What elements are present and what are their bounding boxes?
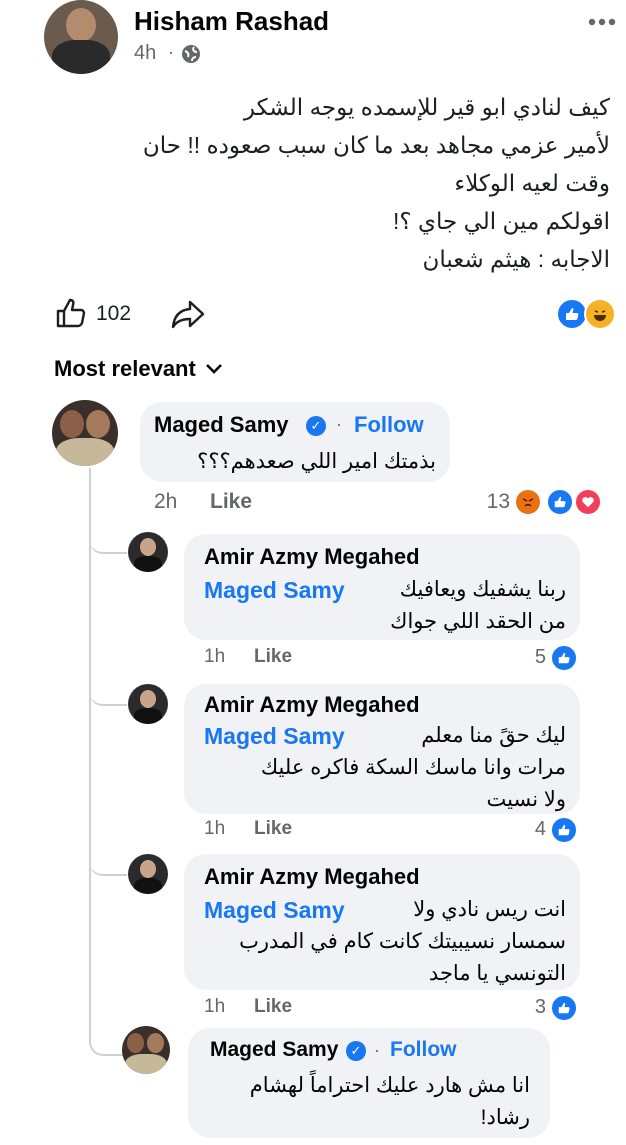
comment-author[interactable]: Maged Samy xyxy=(154,412,289,438)
mention-link[interactable]: Maged Samy xyxy=(204,894,345,926)
comment-text-line: التونسي يا ماجد xyxy=(428,962,566,985)
comment-text: Maged Samy ربنا يشفيك ويعافيك من الحقد ا… xyxy=(204,574,578,638)
comment-time[interactable]: 1h xyxy=(204,646,225,668)
verified-icon: ✓ xyxy=(306,416,326,436)
like-icon[interactable] xyxy=(54,296,88,330)
post-author-avatar[interactable] xyxy=(44,0,118,74)
comment-text-line: سمسار نسيبيتك كانت كام في المدرب xyxy=(239,930,566,953)
post-line: وقت لعيه الوكلاء xyxy=(454,170,610,196)
comment-text-line: انا مش هارد عليك احتراماً لهشام xyxy=(249,1074,530,1097)
post-line: كيف لنادي ابو قير للإسمده يوجه الشكر xyxy=(243,94,610,120)
reaction-count[interactable]: 13 xyxy=(470,490,510,514)
like-reaction-icon xyxy=(550,816,578,844)
post-line: اقولكم مين الي جاي ؟! xyxy=(392,208,610,234)
chevron-down-icon xyxy=(204,356,224,382)
comment-like-button[interactable]: Like xyxy=(210,490,252,514)
share-icon[interactable] xyxy=(170,298,206,330)
post-author-name[interactable]: Hisham Rashad xyxy=(134,6,329,37)
follow-button[interactable]: Follow xyxy=(390,1038,457,1062)
comment-author[interactable]: Maged Samy xyxy=(210,1038,338,1062)
thread-elbow xyxy=(89,842,127,876)
comment-separator: · xyxy=(374,1040,380,1060)
post-time[interactable]: 4h xyxy=(134,42,156,65)
comment-text: Maged Samy انت ريس نادي ولا سمسار نسيبيت… xyxy=(204,894,578,990)
comment-text-line: انت ريس نادي ولا xyxy=(413,898,566,921)
comment-text-line: ليك حقً منا معلم xyxy=(421,724,566,747)
thread-line xyxy=(89,468,91,1038)
comment-like-button[interactable]: Like xyxy=(254,646,292,668)
thread-elbow xyxy=(89,520,127,554)
comment-time[interactable]: 1h xyxy=(204,818,225,840)
comment-text-line: رشاد! xyxy=(480,1106,530,1129)
like-count[interactable]: 102 xyxy=(96,302,131,326)
post-line: الاجابه : هيثم شعبان xyxy=(422,246,610,272)
comment-time[interactable]: 1h xyxy=(204,996,225,1018)
commenter-avatar[interactable] xyxy=(122,1026,170,1074)
love-reaction-icon xyxy=(574,488,602,516)
comment-time[interactable]: 2h xyxy=(154,490,177,514)
mention-link[interactable]: Maged Samy xyxy=(204,720,345,752)
sort-dropdown[interactable]: Most relevant xyxy=(54,356,224,382)
like-reaction-icon xyxy=(546,488,574,516)
comment-text-line: من الحقد اللي جواك xyxy=(390,610,566,633)
comment-like-button[interactable]: Like xyxy=(254,818,292,840)
globe-icon xyxy=(180,43,202,65)
verified-icon: ✓ xyxy=(346,1041,366,1061)
sort-label: Most relevant xyxy=(54,356,196,381)
comment-text: بذمتك امير اللي صعدهم؟؟؟ xyxy=(197,450,436,473)
follow-button[interactable]: Follow xyxy=(354,412,424,438)
commenter-avatar[interactable] xyxy=(128,684,168,724)
comment-text: انا مش هارد عليك احتراماً لهشام رشاد! xyxy=(200,1070,530,1134)
commenter-avatar[interactable] xyxy=(128,854,168,894)
like-reaction-icon xyxy=(550,644,578,672)
haha-reaction-icon xyxy=(584,298,616,330)
comment-author[interactable]: Amir Azmy Megahed xyxy=(204,864,420,890)
commenter-avatar[interactable] xyxy=(128,532,168,572)
angry-reaction-icon xyxy=(514,488,542,516)
comment-text: Maged Samy ليك حقً منا معلم مرات وانا ما… xyxy=(204,720,578,816)
comment-author[interactable]: Amir Azmy Megahed xyxy=(204,692,420,718)
comment-text-line: ولا نسيت xyxy=(486,788,567,811)
reaction-count[interactable]: 4 xyxy=(510,818,546,841)
commenter-avatar[interactable] xyxy=(52,400,118,466)
comment-text-line: ربنا يشفيك ويعافيك xyxy=(399,578,566,601)
post-body: كيف لنادي ابو قير للإسمده يوجه الشكر لأم… xyxy=(50,88,610,278)
reaction-count[interactable]: 5 xyxy=(510,646,546,669)
comment-text-line: مرات وانا ماسك السكة فاكره عليك xyxy=(260,756,566,779)
more-icon[interactable] xyxy=(584,12,620,32)
post-line: لأمير عزمي مجاهد بعد ما كان سبب صعوده !!… xyxy=(142,132,610,158)
reaction-count[interactable]: 3 xyxy=(510,996,546,1019)
comment-author[interactable]: Amir Azmy Megahed xyxy=(204,544,420,570)
mention-link[interactable]: Maged Samy xyxy=(204,574,345,606)
post-meta-separator: · xyxy=(168,42,174,62)
comment-separator: · xyxy=(336,414,342,434)
thread-elbow xyxy=(89,672,127,706)
like-reaction-icon xyxy=(550,994,578,1022)
comment-like-button[interactable]: Like xyxy=(254,996,292,1018)
